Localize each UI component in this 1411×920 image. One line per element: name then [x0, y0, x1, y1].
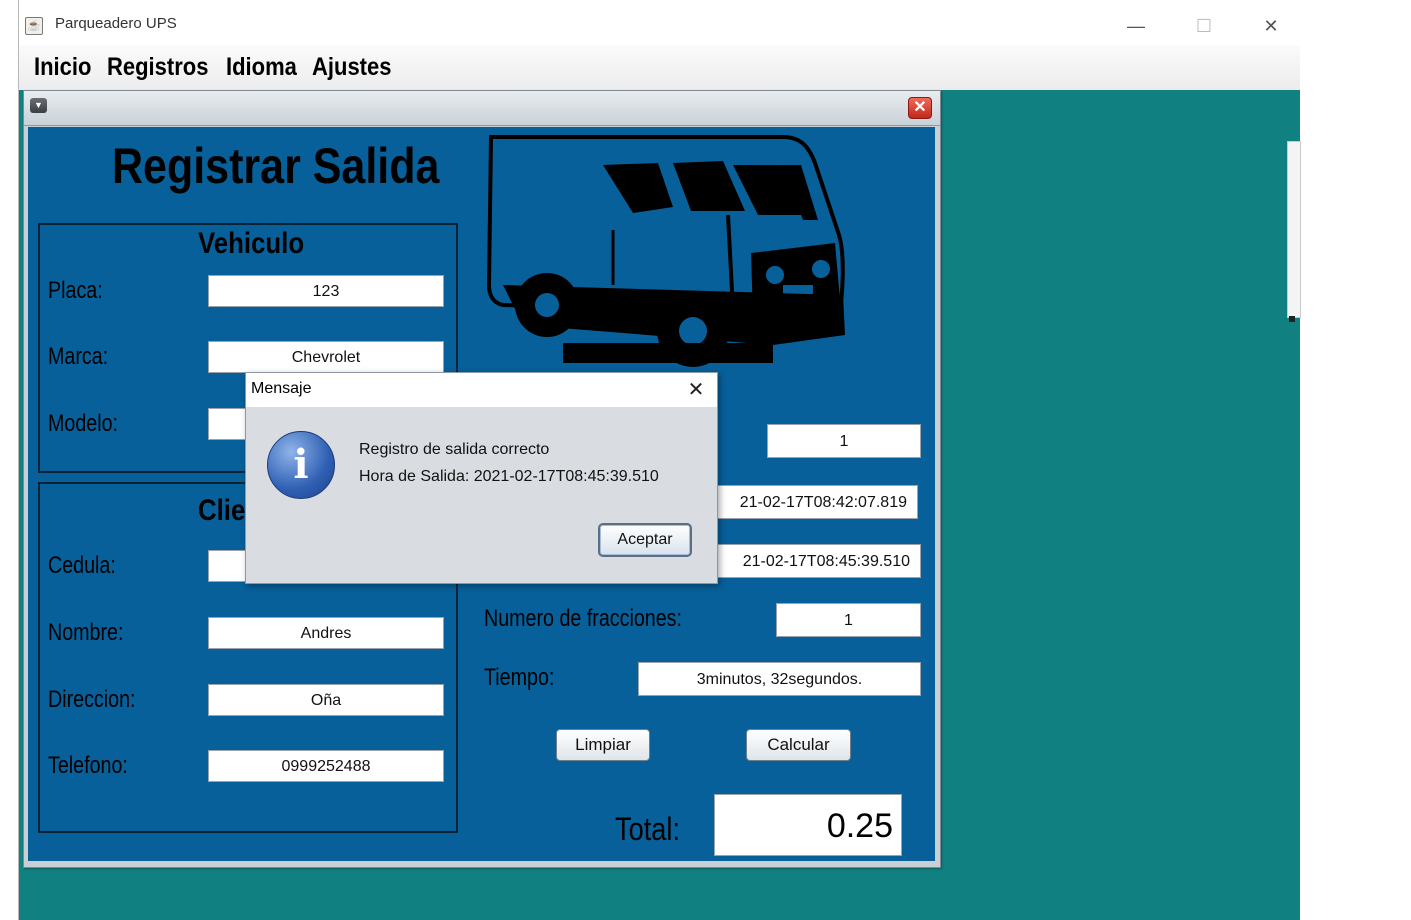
- cedula-label: Cedula:: [48, 552, 116, 579]
- menu-inicio[interactable]: Inicio: [34, 53, 91, 82]
- direccion-field[interactable]: Oña: [208, 684, 444, 716]
- window-titlebar: ☕ Parqueadero UPS — ☐ ✕: [19, 0, 1300, 45]
- dialog-message-line1: Registro de salida correcto: [359, 441, 550, 458]
- tiempo-label: Tiempo:: [484, 664, 555, 691]
- app-window: ☕ Parqueadero UPS — ☐ ✕ Inicio Registros…: [18, 0, 1301, 920]
- internal-frame-titlebar: ▼ ✕: [24, 91, 940, 126]
- frame-menu-icon[interactable]: ▼: [30, 98, 47, 113]
- total-field[interactable]: 0.25: [714, 794, 902, 856]
- dialog-close-button[interactable]: ✕: [681, 375, 711, 405]
- frame-close-icon[interactable]: ✕: [908, 97, 932, 119]
- menu-idioma[interactable]: Idioma: [226, 53, 297, 82]
- offscreen-window-handle: [1289, 316, 1295, 322]
- telefono-label: Telefono:: [48, 752, 128, 779]
- cliente-title: Clie: [198, 494, 246, 527]
- offscreen-window-edge: [1287, 141, 1301, 318]
- nombre-field[interactable]: Andres: [208, 617, 444, 649]
- desktop-pane: ▼ ✕ Registrar Salida Vehiculo Placa: 123…: [19, 90, 1301, 920]
- window-title: Parqueadero UPS: [55, 15, 177, 32]
- close-window-button[interactable]: ✕: [1248, 10, 1294, 42]
- form-title: Registrar Salida: [112, 138, 440, 194]
- maximize-button[interactable]: ☐: [1181, 10, 1227, 42]
- java-cup-icon: ☕: [25, 17, 43, 35]
- calcular-button[interactable]: Calcular: [746, 729, 851, 761]
- hora-entrada-field[interactable]: 21-02-17T08:42:07.819: [688, 485, 918, 519]
- dialog-message-line2: Hora de Salida: 2021-02-17T08:45:39.510: [359, 468, 659, 485]
- marca-field[interactable]: Chevrolet: [208, 341, 444, 373]
- hora-salida-field[interactable]: 21-02-17T08:45:39.510: [688, 544, 921, 578]
- menu-bar: Inicio Registros Idioma Ajustes: [19, 45, 1300, 91]
- espacio-field[interactable]: 1: [767, 424, 921, 458]
- tiempo-field[interactable]: 3minutos, 32segundos.: [638, 662, 921, 696]
- telefono-field[interactable]: 0999252488: [208, 750, 444, 782]
- total-label: Total:: [615, 811, 681, 847]
- minimize-button[interactable]: —: [1113, 10, 1159, 42]
- menu-registros[interactable]: Registros: [107, 53, 208, 82]
- fracciones-label: Numero de fracciones:: [484, 605, 682, 632]
- mensaje-dialog: Mensaje ✕ i Registro de salida correcto …: [245, 372, 718, 584]
- direccion-label: Direccion:: [48, 686, 136, 713]
- accept-button[interactable]: Aceptar: [598, 523, 692, 557]
- fracciones-field[interactable]: 1: [776, 603, 921, 637]
- placa-label: Placa:: [48, 277, 103, 304]
- marca-label: Marca:: [48, 343, 109, 370]
- dialog-titlebar: Mensaje ✕: [246, 373, 717, 407]
- info-icon: i: [267, 431, 335, 499]
- limpiar-button[interactable]: Limpiar: [556, 729, 650, 761]
- dialog-title: Mensaje: [251, 380, 312, 397]
- menu-ajustes[interactable]: Ajustes: [312, 53, 391, 82]
- vehiculo-title: Vehiculo: [198, 227, 305, 260]
- placa-field[interactable]: 123: [208, 275, 444, 307]
- delivery-van-illustration: [486, 135, 845, 367]
- nombre-label: Nombre:: [48, 619, 124, 646]
- modelo-label: Modelo:: [48, 410, 119, 437]
